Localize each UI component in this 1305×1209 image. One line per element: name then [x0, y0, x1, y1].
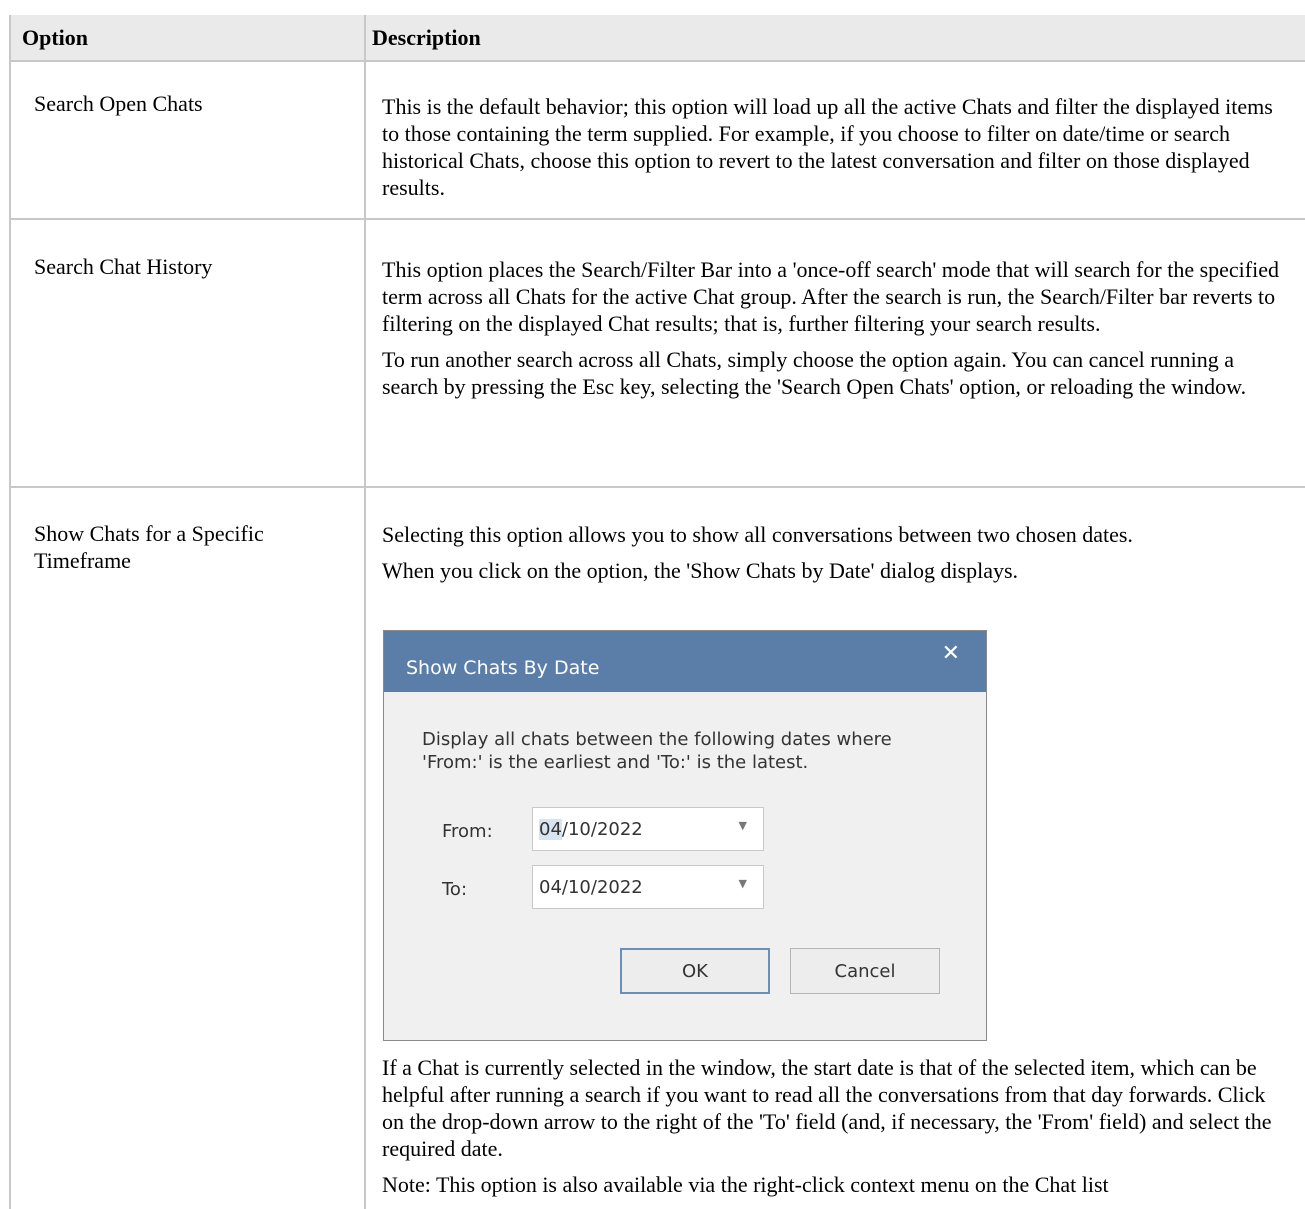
- description-show-chats-timeframe-top: Selecting this option allows you to show…: [382, 521, 1287, 593]
- dialog-title-bar: Show Chats By Date ✕: [384, 631, 986, 692]
- paragraph: To run another search across all Chats, …: [382, 347, 1247, 399]
- from-label: From:: [442, 821, 493, 842]
- paragraph: If a Chat is currently selected in the w…: [382, 1055, 1272, 1161]
- instruction-line: Display all chats between the following …: [422, 729, 892, 750]
- table-left-border: [9, 15, 11, 1209]
- paragraph: Note: This option is also available via …: [382, 1172, 1109, 1197]
- to-label: To:: [442, 879, 468, 900]
- show-chats-by-date-dialog: Show Chats By Date ✕ Display all chats b…: [383, 630, 987, 1041]
- to-date-picker[interactable]: 04/10/2022 ▼: [532, 865, 764, 909]
- paragraph: This is the default behavior; this optio…: [382, 94, 1273, 200]
- table-header: Option Description: [9, 15, 1305, 62]
- chevron-down-icon[interactable]: ▼: [739, 819, 747, 832]
- chevron-down-icon[interactable]: ▼: [739, 877, 747, 890]
- description-search-chat-history: This option places the Search/Filter Bar…: [382, 256, 1287, 409]
- header-description: Description: [372, 25, 481, 50]
- option-search-open-chats: Search Open Chats: [34, 91, 203, 116]
- description-show-chats-timeframe-bottom: If a Chat is currently selected in the w…: [382, 1054, 1287, 1207]
- instruction-line: 'From:' is the earliest and 'To:' is the…: [422, 752, 809, 773]
- from-date-value: 04/10/2022: [539, 819, 643, 840]
- dialog-instructions: Display all chats between the following …: [422, 728, 962, 774]
- dialog-title: Show Chats By Date: [406, 657, 600, 679]
- option-search-chat-history: Search Chat History: [34, 254, 213, 279]
- row-divider: [9, 486, 1305, 488]
- header-option: Option: [22, 25, 89, 50]
- column-divider: [364, 15, 366, 1209]
- ok-button[interactable]: OK: [620, 948, 770, 994]
- to-date-value: 04/10/2022: [539, 877, 643, 898]
- paragraph: When you click on the option, the 'Show …: [382, 558, 1019, 583]
- from-date-picker[interactable]: 04/10/2022 ▼: [532, 807, 764, 851]
- paragraph: This option places the Search/Filter Bar…: [382, 257, 1279, 336]
- description-search-open-chats: This is the default behavior; this optio…: [382, 93, 1287, 210]
- close-icon[interactable]: ✕: [942, 641, 960, 666]
- row-divider: [9, 218, 1305, 220]
- option-show-chats-timeframe: Show Chats for a Specific Timeframe: [34, 521, 264, 573]
- cancel-button[interactable]: Cancel: [790, 948, 940, 994]
- paragraph: Selecting this option allows you to show…: [382, 522, 1133, 547]
